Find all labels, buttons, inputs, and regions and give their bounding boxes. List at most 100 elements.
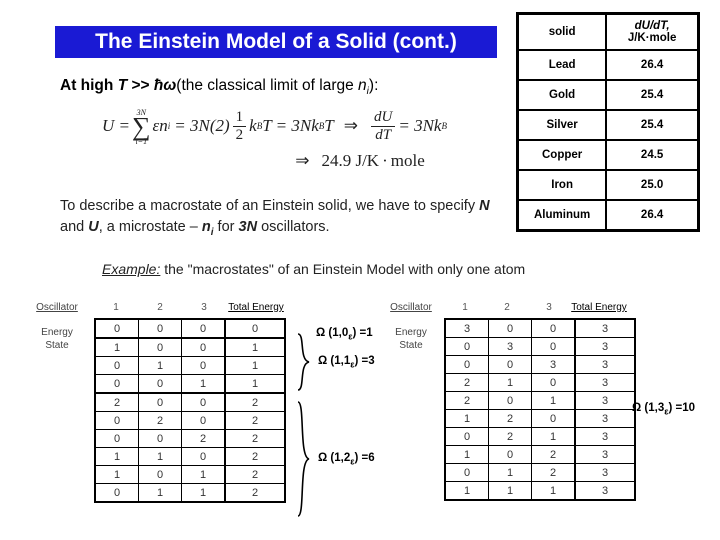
cell-osc3: 0 bbox=[181, 337, 226, 357]
solids-table-header-row: solid dU/dT, J/K·mole bbox=[516, 12, 700, 51]
table-row: Silver 25.4 bbox=[516, 109, 700, 141]
slide-title-banner: The Einstein Model of a Solid (cont.) bbox=[55, 26, 497, 58]
formula-T1: T bbox=[262, 116, 272, 136]
column-header-osc-1: 1 bbox=[113, 302, 119, 313]
cell-total-energy: 3 bbox=[574, 481, 636, 501]
cell-osc1: 2 bbox=[444, 391, 489, 410]
column-header-osc-1: 1 bbox=[462, 302, 468, 313]
example-text: the "macrostates" of an Einstein Model w… bbox=[164, 261, 526, 277]
cell-osc1: 2 bbox=[94, 392, 139, 412]
page-title: The Einstein Model of a Solid (cont.) bbox=[95, 30, 457, 53]
cell-osc3: 1 bbox=[531, 427, 576, 446]
right-column-headers: 1 2 3 Total Energy bbox=[444, 302, 628, 313]
left-microstate-grid: 0 0 0 0 1 0 0 1 0 1 0 1 0 0 1 1 2 0 0 2 bbox=[94, 318, 286, 503]
oscillator-label: Oscillator bbox=[36, 302, 78, 313]
example-line: Example: the "macrostates" of an Einstei… bbox=[102, 261, 525, 277]
right-microstate-grid: 3 0 0 3 0 3 0 3 0 0 3 3 2 1 0 3 2 0 1 3 bbox=[444, 318, 636, 501]
table-row: 1 1 1 3 bbox=[444, 481, 636, 501]
cell-total-energy: 2 bbox=[224, 429, 286, 448]
oscillator-label: Oscillator bbox=[390, 302, 432, 313]
cell-osc3: 0 bbox=[181, 318, 226, 339]
cell-osc1: 0 bbox=[94, 356, 139, 375]
cell-osc2: 0 bbox=[488, 445, 532, 464]
cell-osc1: 0 bbox=[444, 355, 489, 374]
cell-osc2: 1 bbox=[488, 463, 532, 482]
sigma-lower-limit: i=1 bbox=[135, 136, 148, 146]
left-column-headers: 1 2 3 Total Energy bbox=[94, 302, 286, 313]
half-denominator: 2 bbox=[235, 126, 244, 143]
energy-state-label-line1: Energy bbox=[41, 327, 73, 338]
brace-group-2-energy bbox=[297, 401, 310, 517]
cell-osc1: 0 bbox=[94, 318, 139, 339]
solid-name: Silver bbox=[516, 109, 608, 141]
formula-implies-1-icon: ⇒ bbox=[343, 116, 358, 136]
cell-osc1: 1 bbox=[94, 447, 139, 466]
cell-osc2: 0 bbox=[488, 391, 532, 410]
cell-osc1: 0 bbox=[444, 427, 489, 446]
table-row: Gold 25.4 bbox=[516, 79, 700, 111]
formula-eq-3n2: = 3N(2) bbox=[174, 116, 230, 136]
high-t-prefix: At high bbox=[60, 77, 118, 94]
cell-osc2: 0 bbox=[138, 465, 182, 484]
cell-osc2: 0 bbox=[488, 318, 532, 338]
cell-osc2: 1 bbox=[488, 373, 532, 392]
brace-group-1-energy bbox=[297, 333, 310, 391]
cell-osc3: 0 bbox=[531, 409, 576, 428]
formula-kb-sub3: B bbox=[441, 121, 447, 132]
cell-osc1: 0 bbox=[94, 374, 139, 394]
solids-header-dudt: dU/dT, J/K·mole bbox=[605, 12, 700, 51]
cell-osc3: 3 bbox=[531, 355, 576, 374]
high-t-gtgt: >> bbox=[127, 77, 154, 94]
table-row: 0 2 0 2 bbox=[94, 411, 286, 430]
energy-state-label-line2: State bbox=[45, 339, 69, 351]
table-row: 0 3 0 3 bbox=[444, 337, 636, 356]
cell-osc2: 0 bbox=[138, 429, 182, 448]
table-row: 2 0 0 2 bbox=[94, 392, 286, 412]
microstate-table-right: Oscillator Energy State 1 2 3 Total Ener… bbox=[378, 302, 668, 540]
cell-osc2: 1 bbox=[488, 481, 532, 501]
cell-total-energy: 3 bbox=[574, 463, 636, 482]
solid-value: 26.4 bbox=[605, 199, 700, 232]
high-t-hbar-omega: ħω bbox=[153, 77, 177, 94]
cell-osc2: 0 bbox=[488, 355, 532, 374]
cell-osc2: 0 bbox=[138, 318, 182, 339]
cell-osc2: 2 bbox=[488, 427, 532, 446]
solid-name: Iron bbox=[516, 169, 608, 201]
formula-unit-mole: mole bbox=[390, 150, 425, 170]
macrostate-N: N bbox=[479, 198, 490, 214]
formula-kb: k bbox=[249, 116, 257, 136]
formula-epsilon: ε bbox=[152, 116, 160, 136]
cell-total-energy: 3 bbox=[574, 355, 636, 374]
formula-line-1: U = 3N ∑ i=1 ε ni = 3N(2) 1 2 kBT = 3Nk B… bbox=[70, 108, 500, 146]
table-row: 0 0 0 0 bbox=[94, 318, 286, 339]
macrostate-U: U bbox=[88, 219, 99, 236]
cell-total-energy: 1 bbox=[224, 337, 286, 357]
macrostate-part1: To describe a macrostate of an Einstein … bbox=[60, 198, 480, 214]
macrostate-part3: , a microstate – bbox=[98, 219, 202, 236]
solid-value: 25.4 bbox=[605, 109, 700, 141]
macrostate-description: To describe a macrostate of an Einstein … bbox=[60, 196, 510, 240]
table-row: 0 1 1 2 bbox=[94, 483, 286, 503]
cell-osc1: 0 bbox=[444, 463, 489, 482]
left-microstate-body: 0 0 0 0 1 0 0 1 0 1 0 1 0 0 1 1 2 0 0 2 bbox=[94, 318, 286, 503]
formula-eq-3nkb-final: = 3Nk bbox=[398, 116, 442, 136]
cell-total-energy: 1 bbox=[224, 356, 286, 375]
cell-osc1: 1 bbox=[94, 465, 139, 484]
cell-osc1: 1 bbox=[444, 445, 489, 464]
cell-total-energy: 2 bbox=[224, 447, 286, 466]
solid-name: Lead bbox=[516, 49, 608, 81]
table-row: 0 0 1 1 bbox=[94, 374, 286, 394]
solids-table-body: solid dU/dT, J/K·mole Lead 26.4 Gold 25.… bbox=[516, 12, 700, 232]
cell-osc1: 0 bbox=[94, 411, 139, 430]
cell-osc3: 0 bbox=[531, 337, 576, 356]
table-row: 1 0 2 3 bbox=[444, 445, 636, 464]
formula-unit-dot: · bbox=[382, 150, 388, 170]
macrostate-part5: oscillators. bbox=[257, 219, 330, 236]
energy-formula-block: U = 3N ∑ i=1 ε ni = 3N(2) 1 2 kBT = 3Nk B… bbox=[70, 108, 500, 171]
summation-operator: 3N ∑ i=1 bbox=[132, 109, 151, 146]
formula-n-i: n bbox=[159, 116, 168, 136]
cell-osc3: 1 bbox=[181, 483, 226, 503]
cell-osc3: 0 bbox=[181, 411, 226, 430]
cell-osc1: 3 bbox=[444, 318, 489, 338]
cell-osc3: 2 bbox=[181, 429, 226, 448]
